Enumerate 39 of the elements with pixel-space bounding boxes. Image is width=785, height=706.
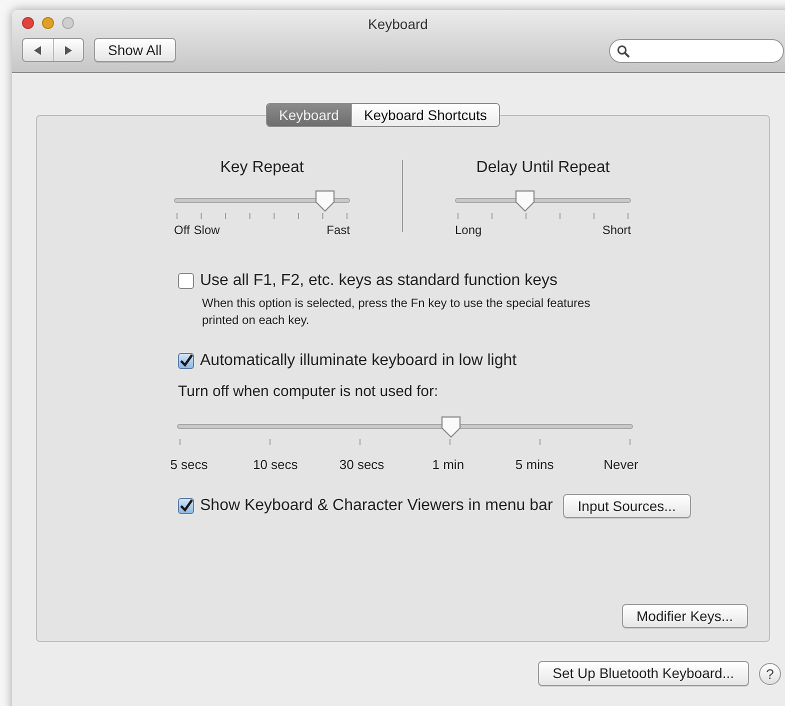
slider-label: Fast: [326, 222, 350, 239]
zoom-icon[interactable]: [62, 17, 74, 29]
left-arrow-icon: [34, 46, 42, 54]
slider-thumb[interactable]: [440, 414, 462, 438]
slider-label: 30 secs: [338, 456, 386, 474]
slider-thumb[interactable]: [314, 189, 336, 213]
tab[interactable]: Keyboard Shortcuts: [350, 104, 499, 126]
minimize-icon[interactable]: [42, 17, 54, 29]
slider-label: Never: [602, 456, 640, 474]
modifier-keys-button[interactable]: Modifier Keys...: [622, 604, 748, 628]
slider-title: Delay Until Repeat: [476, 158, 610, 178]
show-all-button[interactable]: Show All: [94, 38, 176, 62]
slider-title: Key Repeat: [220, 158, 304, 178]
slider-label: 1 min: [431, 456, 466, 474]
checkbox[interactable]: [178, 498, 194, 514]
tab[interactable]: Keyboard: [267, 104, 351, 126]
search-icon: [617, 44, 630, 58]
input-sources-button[interactable]: Input Sources...: [562, 494, 691, 518]
search-field[interactable]: [609, 39, 784, 63]
slider-label: Off: [174, 222, 190, 239]
slider-thumb[interactable]: [514, 189, 536, 213]
slider-label: 5 secs: [169, 456, 209, 474]
help-button[interactable]: ?: [759, 662, 781, 684]
window-title: Keyboard: [368, 15, 428, 34]
slider-label: 5 mins: [514, 456, 555, 474]
slider-label: Slow: [194, 222, 220, 239]
turn-off-label: Turn off when computer is not used for:: [178, 382, 440, 402]
right-arrow-icon: [64, 46, 72, 54]
checkbox-label: Show Keyboard & Character Viewers in menu bar: [200, 496, 553, 516]
close-icon[interactable]: [22, 17, 34, 29]
slider-label: Long: [455, 222, 482, 239]
option-note: When this option is selected, press the Fn key to use the special features printed on each key.: [202, 295, 592, 329]
checkbox[interactable]: [178, 273, 194, 289]
bluetooth-keyboard-button[interactable]: Set Up Bluetooth Keyboard...: [538, 661, 749, 686]
slider-label: Short: [602, 222, 631, 239]
checkbox[interactable]: [178, 353, 194, 369]
checkbox-label: Automatically illuminate keyboard in low light: [200, 351, 517, 371]
slider-label: 10 secs: [252, 456, 299, 474]
checkbox-label: Use all F1, F2, etc. keys as standard function keys: [200, 271, 558, 291]
